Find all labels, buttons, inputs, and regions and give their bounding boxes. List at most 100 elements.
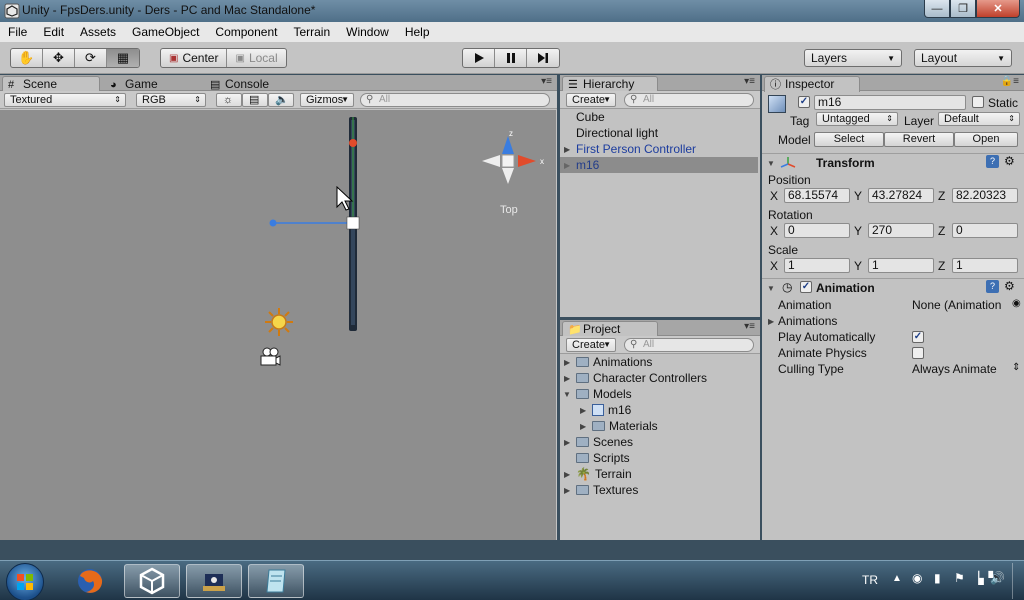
color-mode-dropdown[interactable]: RGB ⇕	[136, 93, 206, 107]
gear-icon[interactable]: ⚙	[1004, 154, 1015, 168]
pivot-local-button[interactable]: ▣ Local	[227, 49, 285, 67]
project-item-scenes[interactable]: Scenes	[576, 434, 633, 450]
project-item-character-controllers[interactable]: Character Controllers	[576, 370, 707, 386]
panel-menu-icon[interactable]: ▾≡	[744, 76, 755, 87]
scale-z-field[interactable]: 1	[952, 258, 1018, 273]
hierarchy-item-first-person-controller[interactable]: First Person Controller	[576, 141, 696, 157]
expand-triangle-icon[interactable]: ▶	[564, 438, 570, 447]
project-item-animations[interactable]: Animations	[576, 354, 652, 370]
scene-search-input[interactable]: ⚲ All	[360, 93, 550, 107]
animation-field-value[interactable]: None (Animation	[912, 298, 1001, 312]
menu-file[interactable]: File	[0, 25, 35, 39]
expand-triangle-icon[interactable]: ▶	[564, 161, 570, 170]
taskbar-firefox[interactable]	[62, 564, 118, 598]
expand-triangle-icon[interactable]: ▶	[580, 422, 586, 431]
taskbar-recorder[interactable]	[186, 564, 242, 598]
hierarchy-search-input[interactable]: ⚲ All	[624, 93, 754, 107]
orientation-gizmo[interactable]: z x	[478, 130, 550, 202]
scale-y-field[interactable]: 1	[868, 258, 934, 273]
position-x-field[interactable]: 68.15574	[784, 188, 850, 203]
panel-menu-icon[interactable]: ▾≡	[744, 321, 755, 332]
menu-assets[interactable]: Assets	[72, 25, 124, 39]
tag-dropdown[interactable]: Untagged ⇕	[816, 112, 898, 126]
play-button[interactable]	[463, 49, 495, 67]
close-button[interactable]: ✕	[976, 0, 1020, 18]
rotation-y-field[interactable]: 270	[868, 223, 934, 238]
battery-icon[interactable]: ▮	[934, 571, 941, 585]
help-icon[interactable]: ?	[986, 280, 999, 293]
hierarchy-item-m16[interactable]: m16	[560, 157, 758, 173]
project-create-dropdown[interactable]: Create ▼	[566, 338, 616, 352]
step-button[interactable]	[527, 49, 559, 67]
layers-dropdown[interactable]: Layers ▼	[804, 49, 902, 67]
gear-icon[interactable]: ⚙	[1004, 279, 1015, 293]
model-open-button[interactable]: Open	[954, 132, 1018, 147]
rotation-x-field[interactable]: 0	[784, 223, 850, 238]
animations-label[interactable]: Animations	[778, 314, 837, 328]
expand-triangle-icon[interactable]: ▶	[564, 486, 570, 495]
panel-menu-icon[interactable]: ▾≡	[541, 76, 552, 87]
animation-header[interactable]: ▼ ◷ ✓ Animation ? ⚙	[762, 278, 1024, 296]
animate-physics-checkbox[interactable]	[912, 347, 924, 359]
static-checkbox[interactable]	[972, 96, 984, 108]
rotation-z-field[interactable]: 0	[952, 223, 1018, 238]
taskbar-unity[interactable]	[124, 564, 180, 598]
animation-enabled-checkbox[interactable]: ✓	[800, 281, 812, 293]
language-indicator[interactable]: TR	[862, 573, 878, 587]
pause-button[interactable]	[495, 49, 527, 67]
move-tool-button[interactable]: ✥	[43, 49, 75, 67]
culling-type-value[interactable]: Always Animate	[912, 362, 997, 376]
scale-tool-button[interactable]: ▦	[107, 49, 139, 67]
expand-triangle-icon[interactable]: ▶	[768, 317, 774, 326]
hierarchy-item-directional-light[interactable]: Directional light	[576, 125, 658, 141]
scale-x-field[interactable]: 1	[784, 258, 850, 273]
collapse-triangle-icon[interactable]: ▼	[563, 390, 571, 399]
network-share-icon[interactable]: ◉	[912, 571, 922, 585]
tab-console[interactable]: ▤ Console	[204, 76, 302, 92]
rotate-tool-button[interactable]: ⟳	[75, 49, 107, 67]
project-item-materials[interactable]: Materials	[592, 418, 658, 434]
show-desktop-button[interactable]	[1012, 563, 1024, 599]
taskbar-notepad[interactable]	[248, 564, 304, 598]
collapse-triangle-icon[interactable]: ▼	[767, 159, 775, 168]
lighting-toggle[interactable]: ☼	[216, 93, 242, 107]
render-mode-dropdown[interactable]: Textured ⇕	[4, 93, 126, 107]
audio-toggle[interactable]: 🔈	[268, 93, 294, 107]
pivot-center-button[interactable]: ▣ Center	[161, 49, 228, 67]
restore-button[interactable]: ❐	[950, 0, 976, 18]
expand-triangle-icon[interactable]: ▶	[564, 145, 570, 154]
project-search-input[interactable]: ⚲ All	[624, 338, 754, 352]
position-z-field[interactable]: 82.20323	[952, 188, 1018, 203]
layer-dropdown[interactable]: Default ⇕	[938, 112, 1020, 126]
object-picker-icon[interactable]: ◉	[1012, 298, 1021, 309]
tab-scene[interactable]: # Scene	[2, 76, 100, 92]
minimize-button[interactable]: —	[924, 0, 950, 18]
object-name-field[interactable]: m16	[814, 95, 966, 110]
project-item-textures[interactable]: Textures	[576, 482, 638, 498]
menu-help[interactable]: Help	[397, 25, 438, 39]
updown-icon[interactable]: ⇕	[1012, 362, 1020, 373]
image-toggle[interactable]: ▤	[242, 93, 268, 107]
lock-icon[interactable]: 🔒≡	[1001, 76, 1019, 87]
collapse-triangle-icon[interactable]: ▼	[767, 284, 775, 293]
hand-tool-button[interactable]: ✋	[11, 49, 43, 67]
camera-icon[interactable]	[258, 346, 282, 368]
start-button[interactable]	[6, 563, 44, 600]
expand-triangle-icon[interactable]: ▶	[564, 374, 570, 383]
expand-triangle-icon[interactable]: ▶	[564, 470, 570, 479]
volume-icon[interactable]: 🔊	[990, 571, 1005, 585]
hierarchy-create-dropdown[interactable]: Create ▼	[566, 93, 616, 107]
hierarchy-item-cube[interactable]: Cube	[576, 109, 605, 125]
flag-icon[interactable]: ⚑	[954, 571, 965, 585]
play-automatically-checkbox[interactable]: ✓	[912, 331, 924, 343]
menu-terrain[interactable]: Terrain	[285, 25, 338, 39]
menu-edit[interactable]: Edit	[35, 25, 72, 39]
expand-triangle-icon[interactable]: ▶	[580, 406, 586, 415]
transform-header[interactable]: ▼ Transform ? ⚙	[762, 153, 1024, 171]
tab-project[interactable]: 📁 Project	[562, 321, 658, 337]
model-select-button[interactable]: Select	[814, 132, 884, 147]
tab-hierarchy[interactable]: ☰ Hierarchy	[562, 76, 658, 92]
scene-viewport[interactable]: z x Top	[0, 110, 556, 540]
gizmos-dropdown[interactable]: Gizmos ▼	[300, 93, 354, 107]
project-item-models[interactable]: Models	[576, 386, 632, 402]
